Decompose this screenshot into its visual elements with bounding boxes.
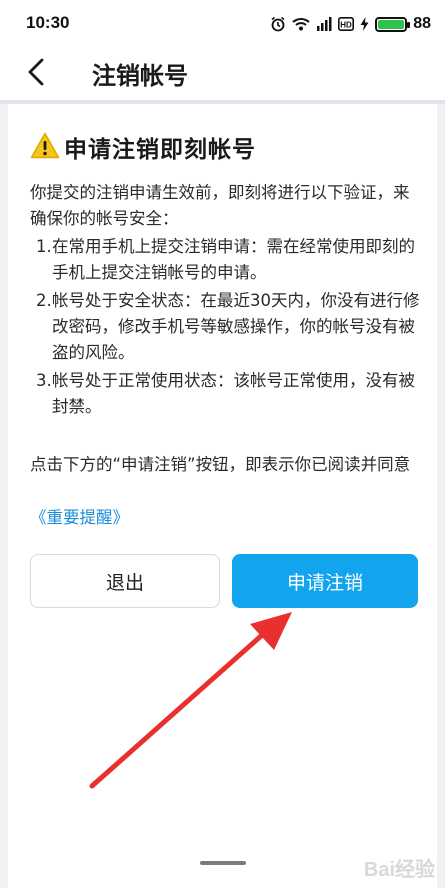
watermark-logo: Bai经验: [363, 859, 435, 881]
condition-item: 1. 在常用手机上提交注销申请：需在经常使用即刻的手机上提交注销帐号的申请。: [30, 234, 422, 286]
app-header: 注销帐号: [0, 48, 445, 100]
battery-nub: [407, 21, 411, 28]
charging-icon: [360, 17, 369, 31]
home-indicator[interactable]: [200, 861, 246, 865]
condition-number: 2.: [36, 291, 52, 310]
page-title: 注销帐号: [92, 62, 188, 90]
condition-text: 帐号处于正常使用状态：该帐号正常使用，没有被封禁。: [52, 371, 415, 416]
conditions-list: 1. 在常用手机上提交注销申请：需在经常使用即刻的手机上提交注销帐号的申请。 2.…: [30, 234, 422, 420]
intro-text: 你提交的注销申请生效前，即刻将进行以下验证，来确保你的帐号安全：: [30, 183, 410, 228]
exit-button[interactable]: 退出: [30, 554, 220, 608]
battery-level: 88: [413, 15, 431, 32]
status-bar: 10:30 HD 88: [0, 0, 445, 48]
battery-fill: [378, 19, 405, 29]
svg-text:HD: HD: [340, 21, 352, 30]
condition-item: 3. 帐号处于正常使用状态：该帐号正常使用，没有被封禁。: [30, 368, 422, 420]
description: 你提交的注销申请生效前，即刻将进行以下验证，来确保你的帐号安全： 1. 在常用手机…: [30, 180, 422, 420]
important-reminder-link[interactable]: 《重要提醒》: [30, 504, 129, 528]
content-card: 申请注销即刻帐号 你提交的注销申请生效前，即刻将进行以下验证，来确保你的帐号安全…: [8, 104, 437, 888]
apply-cancel-button[interactable]: 申请注销: [232, 554, 418, 608]
condition-text: 在常用手机上提交注销申请：需在经常使用即刻的手机上提交注销帐号的申请。: [52, 237, 415, 282]
battery-icon: [375, 16, 411, 32]
status-time: 10:30: [26, 13, 70, 32]
agreement-notice: 点击下方的“申请注销”按钮，即表示你已阅读并同意: [30, 455, 411, 474]
condition-number: 3.: [36, 371, 52, 390]
warning-title: 申请注销即刻帐号: [64, 137, 256, 163]
chevron-left-icon: [27, 58, 45, 90]
status-icons: HD 88: [270, 13, 431, 35]
condition-text: 帐号处于安全状态：在最近30天内，你没有进行修改密码，修改手机号等敏感操作，你的…: [52, 291, 420, 362]
signal-4g-icon: [316, 17, 332, 31]
condition-item: 2. 帐号处于安全状态：在最近30天内，你没有进行修改密码，修改手机号等敏感操作，…: [30, 288, 422, 366]
alarm-icon: [270, 16, 286, 32]
warning-triangle-icon: [30, 132, 60, 163]
condition-number: 1.: [36, 237, 52, 256]
warning-heading: 申请注销即刻帐号: [30, 130, 256, 164]
hd-icon: HD: [338, 17, 355, 31]
back-button[interactable]: [16, 54, 56, 94]
wifi-icon: [292, 17, 310, 31]
